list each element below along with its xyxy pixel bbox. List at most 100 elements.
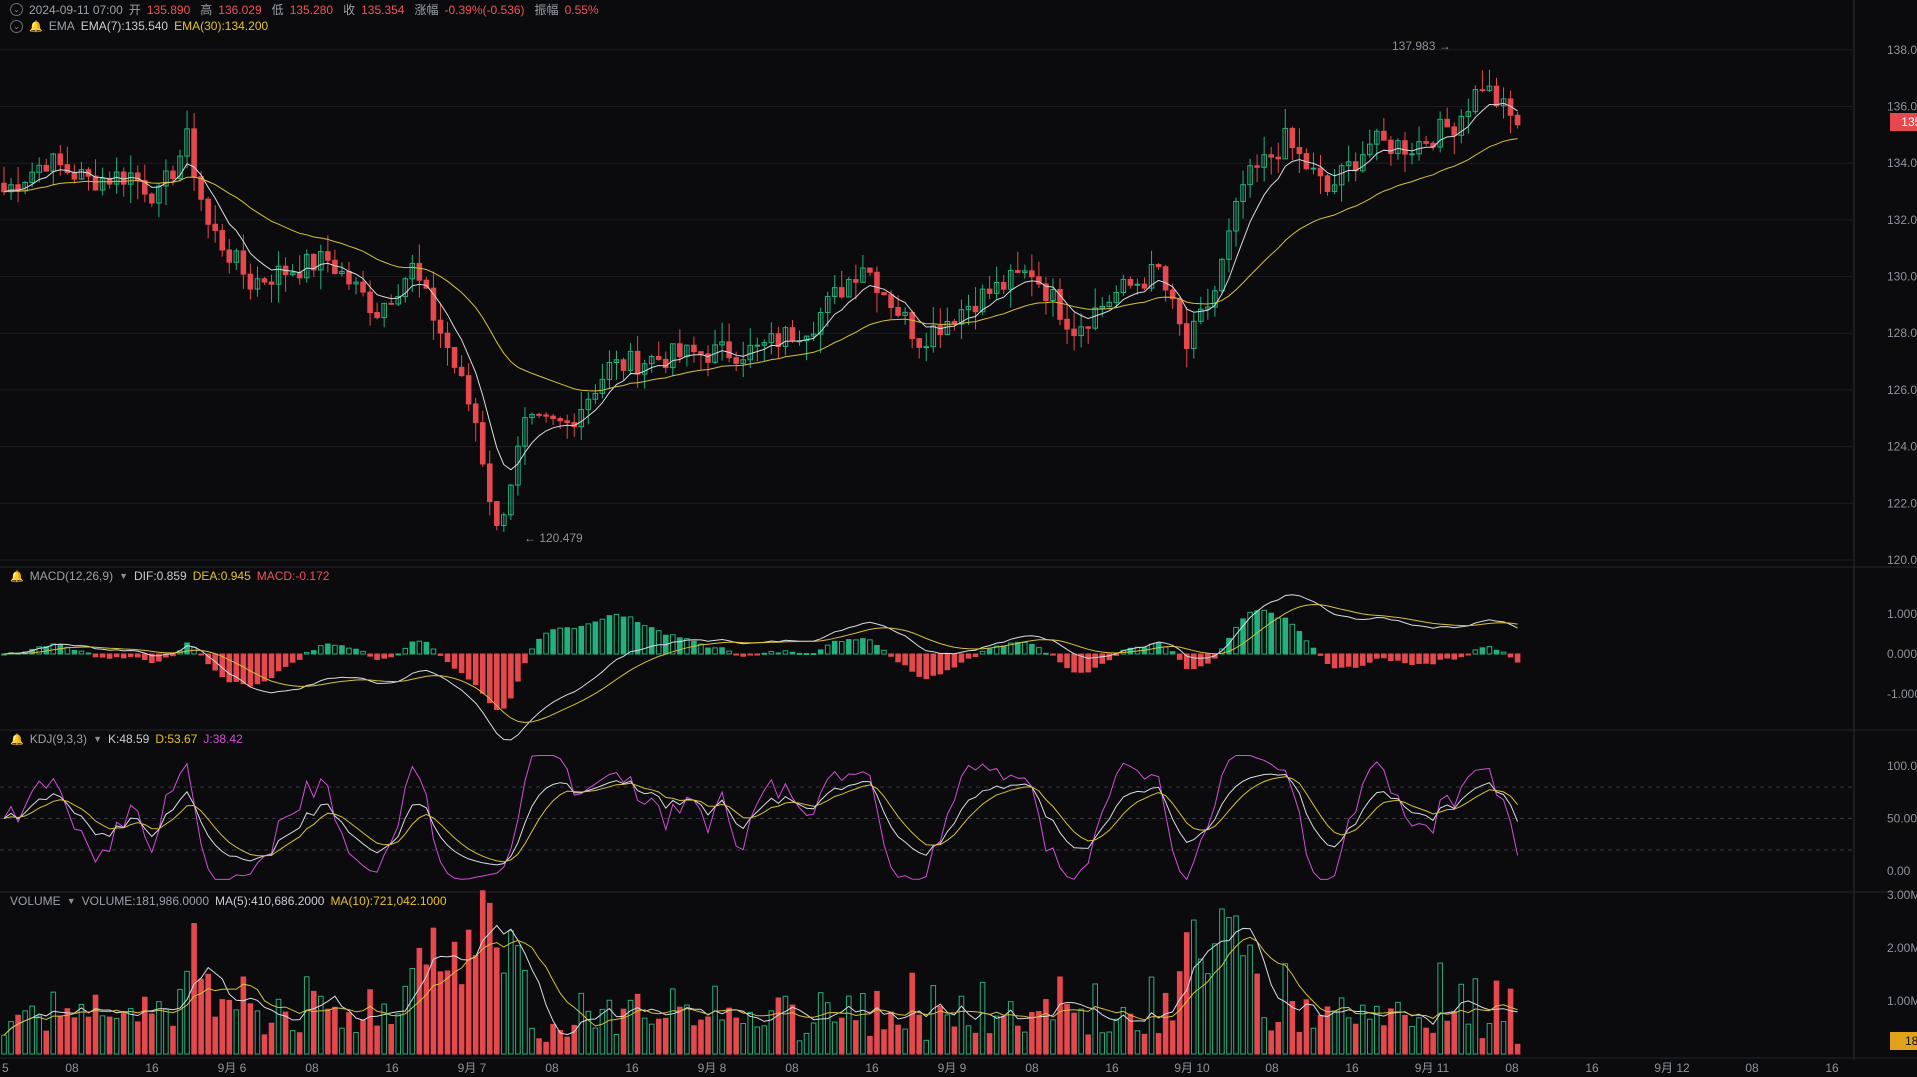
volume-bar	[93, 995, 98, 1054]
macd-bar	[952, 654, 957, 667]
candle-body	[389, 303, 394, 304]
volume-bar	[199, 979, 204, 1054]
candle-body	[213, 224, 218, 230]
macd-bar	[1403, 654, 1408, 663]
kdj-name: KDJ(9,3,3)	[30, 732, 87, 746]
candle-body	[121, 172, 126, 184]
volume-bar	[678, 1007, 683, 1054]
volume-bar	[487, 903, 492, 1054]
low-label: 低	[272, 1, 284, 18]
time-axis-label: 08	[305, 1061, 319, 1075]
bell-icon[interactable]: 🔔	[10, 570, 24, 583]
macd-bar	[473, 654, 478, 685]
volume-bar	[1177, 972, 1182, 1054]
volume-bar	[431, 928, 436, 1054]
candle-body	[889, 295, 894, 308]
collapse-toggle-icon[interactable]: ⌄	[10, 3, 23, 16]
candle-body	[445, 333, 450, 347]
candle-body	[924, 347, 929, 348]
macd-bar	[143, 654, 148, 660]
volume-bar	[72, 1018, 77, 1054]
macd-bar	[755, 654, 760, 655]
macd-bar	[459, 654, 464, 673]
macd-bar	[579, 626, 584, 654]
volume-bar	[1452, 1012, 1457, 1054]
volume-bar	[917, 1015, 922, 1054]
macd-bar	[311, 651, 316, 654]
macd-bar	[1382, 654, 1387, 658]
volume-bar	[1156, 1034, 1161, 1054]
chart-background	[0, 0, 1917, 1077]
time-axis-label: 16	[625, 1061, 639, 1075]
macd-bar	[93, 654, 98, 657]
ema-name: EMA	[49, 19, 75, 33]
volume-bar	[558, 1031, 563, 1054]
ema-legend: ⌄ 🔔 EMA EMA(7):135.540 EMA(30):134.200	[10, 19, 268, 33]
chevron-down-icon[interactable]: ▼	[93, 734, 102, 744]
volume-bar	[1445, 1021, 1450, 1054]
macd-bar	[1346, 654, 1351, 666]
collapse-toggle-icon[interactable]: ⌄	[10, 20, 23, 33]
macd-bar	[1044, 653, 1049, 654]
candle-body	[1480, 90, 1485, 91]
macd-bar	[255, 654, 260, 684]
volume-bar	[269, 1023, 274, 1054]
volume-bar	[1515, 1044, 1520, 1054]
time-axis-label: 08	[545, 1061, 559, 1075]
macd-bar	[121, 654, 126, 658]
macd-bar	[1051, 654, 1056, 655]
candle-body	[896, 308, 901, 316]
candle-body	[1156, 264, 1161, 266]
macd-axis-label: 1.000	[1887, 607, 1917, 621]
time-axis-label: 08	[1745, 1061, 1759, 1075]
macd-bar	[185, 643, 190, 654]
change-label: 涨幅	[414, 1, 438, 18]
bell-icon[interactable]: 🔔	[10, 733, 24, 746]
macd-bar	[832, 641, 837, 654]
volume-bar	[1494, 981, 1499, 1054]
open-value: 135.890	[147, 3, 190, 17]
kdj-k: K:48.59	[108, 732, 149, 746]
candle-body	[656, 357, 661, 360]
volume-bar	[734, 1018, 739, 1054]
time-axis-label: 9月 12	[1654, 1061, 1690, 1075]
bell-icon[interactable]: 🔔	[29, 20, 43, 33]
trading-chart[interactable]: 138.000136.000134.000132.000130.000128.0…	[0, 0, 1917, 1077]
candle-body	[868, 268, 873, 272]
candle-body	[368, 292, 373, 312]
macd-bar	[762, 653, 767, 654]
candle-body	[1086, 327, 1091, 328]
candle-body	[706, 354, 711, 362]
macd-bar	[516, 654, 521, 681]
volume-bar	[1015, 1026, 1020, 1054]
macd-bar	[1206, 654, 1211, 663]
kdj-axis-label: 50.00	[1887, 812, 1917, 826]
chevron-down-icon[interactable]: ▼	[67, 896, 76, 906]
volume-name: VOLUME	[10, 894, 61, 908]
macd-bar	[1072, 654, 1077, 672]
macd-bar	[847, 640, 852, 654]
volume-bar	[1001, 1016, 1006, 1054]
chevron-down-icon[interactable]: ▼	[119, 571, 128, 581]
candle-body	[544, 415, 549, 416]
volume-bar	[839, 1018, 844, 1054]
volume-bar	[656, 1019, 661, 1054]
last-price-tag: 135.354	[1890, 113, 1917, 131]
volume-bar	[1044, 1000, 1049, 1054]
macd-bar	[741, 654, 746, 656]
macd-bar	[720, 648, 725, 654]
macd-bar	[1353, 654, 1358, 667]
macd-bar	[290, 654, 295, 662]
volume-bar	[1304, 1000, 1309, 1054]
candle-body	[1318, 168, 1323, 176]
candle-body	[973, 306, 978, 311]
macd-bar	[1030, 644, 1035, 654]
macd-bar	[593, 622, 598, 654]
volume-bar	[368, 990, 373, 1054]
volume-bar	[227, 1000, 232, 1054]
macd-bar	[1445, 654, 1450, 658]
macd-bar	[987, 649, 992, 654]
volume-bar	[875, 991, 880, 1054]
macd-bar	[924, 654, 929, 679]
macd-bar	[818, 650, 823, 654]
